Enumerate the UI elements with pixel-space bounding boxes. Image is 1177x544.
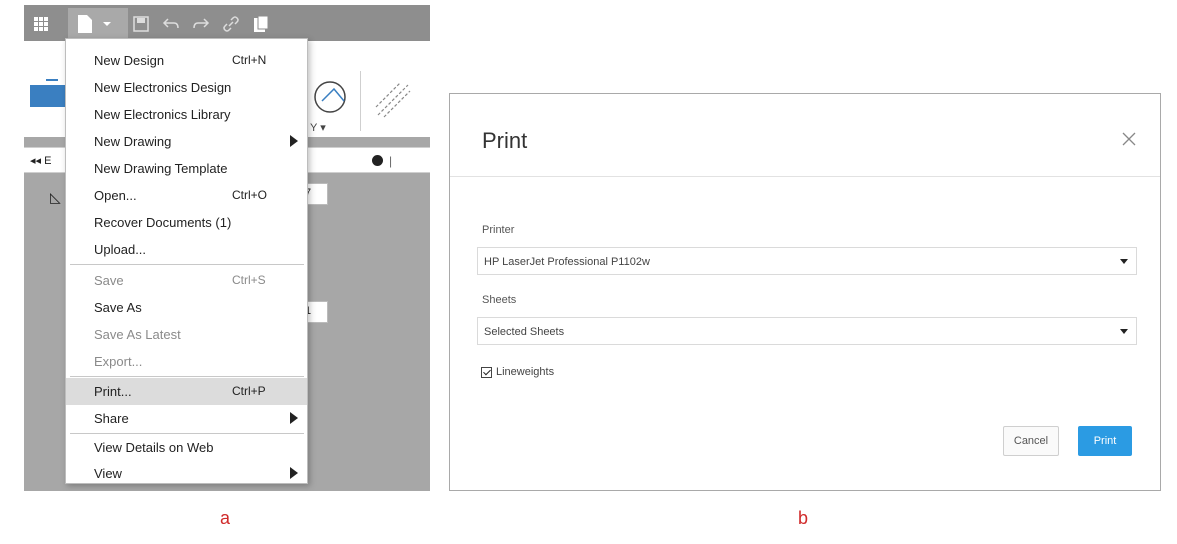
save-icon[interactable] xyxy=(130,13,152,35)
menu-item-view-details-on-web[interactable]: View Details on Web xyxy=(66,434,307,461)
menu-item-new-electronics-library[interactable]: New Electronics Library xyxy=(66,101,307,128)
caption-a: a xyxy=(220,508,231,528)
menu-item-share[interactable]: Share xyxy=(66,405,307,432)
hatch-icon[interactable] xyxy=(374,81,414,126)
triangle-icon: ◺ xyxy=(50,189,61,205)
file-menu: New Design Ctrl+N New Electronics Design… xyxy=(65,38,308,484)
lineweights-checkbox[interactable] xyxy=(481,366,492,378)
close-icon[interactable] xyxy=(1114,124,1144,154)
collapse-arrows[interactable]: ◂◂ E xyxy=(30,154,51,167)
menu-item-save[interactable]: Save Ctrl+S xyxy=(66,267,307,294)
menu-separator xyxy=(70,376,304,377)
cancel-button[interactable]: Cancel xyxy=(1003,426,1059,456)
ribbon-dropdown-label[interactable]: Y ▾ xyxy=(310,121,326,134)
new-file-icon xyxy=(74,13,96,35)
dialog-title: Print xyxy=(482,128,528,153)
chevron-down-icon xyxy=(1120,329,1128,334)
print-button[interactable]: Print xyxy=(1078,426,1132,456)
submenu-arrow-icon xyxy=(290,412,298,424)
lineweights-label: Lineweights xyxy=(496,366,555,378)
browser-bar-divider: | xyxy=(389,154,393,168)
app-window-screenshot: Y ▾ ◂◂ E | ◺ 7 1 New Design Ctrl+N New E… xyxy=(24,5,430,491)
menu-separator xyxy=(70,264,304,265)
chevron-down-icon xyxy=(96,13,118,35)
menu-item-export[interactable]: Export... xyxy=(66,348,307,375)
undo-icon[interactable] xyxy=(160,13,182,35)
sheets-label: Sheets xyxy=(482,294,517,306)
submenu-arrow-icon xyxy=(290,135,298,147)
menu-item-print[interactable]: Print... Ctrl+P xyxy=(66,378,307,405)
clipboard-icon[interactable] xyxy=(250,13,272,35)
menu-item-save-as[interactable]: Save As xyxy=(66,294,307,321)
submenu-arrow-icon xyxy=(290,467,298,479)
visibility-dot-icon[interactable] xyxy=(372,155,383,166)
chevron-down-icon xyxy=(1120,259,1128,264)
caption-b: b xyxy=(798,508,809,528)
grid-icon[interactable] xyxy=(30,13,52,35)
lineweights-checkbox-row[interactable]: Lineweights xyxy=(481,366,554,378)
link-icon[interactable] xyxy=(220,13,242,35)
menu-item-upload[interactable]: Upload... xyxy=(66,236,307,263)
menu-item-save-as-latest[interactable]: Save As Latest xyxy=(66,321,307,348)
print-dialog: Print Printer HP LaserJet Professional P… xyxy=(449,93,1161,491)
menu-item-new-drawing[interactable]: New Drawing xyxy=(66,128,307,155)
menu-item-new-electronics-design[interactable]: New Electronics Design xyxy=(66,74,307,101)
ribbon-divider xyxy=(360,71,361,131)
printer-label: Printer xyxy=(482,224,515,236)
arc-icon[interactable] xyxy=(312,79,348,120)
file-menu-button[interactable] xyxy=(68,8,128,42)
menu-item-new-drawing-template[interactable]: New Drawing Template xyxy=(66,155,307,182)
sheets-select[interactable]: Selected Sheets xyxy=(477,317,1137,345)
sheets-select-value: Selected Sheets xyxy=(484,326,565,338)
printer-select-value: HP LaserJet Professional P1102w xyxy=(484,256,650,268)
quick-access-toolbar xyxy=(24,5,430,42)
menu-item-view[interactable]: View xyxy=(66,460,307,487)
dialog-header-divider xyxy=(450,176,1160,177)
menu-item-new-design[interactable]: New Design Ctrl+N xyxy=(66,47,307,74)
menu-item-open[interactable]: Open... Ctrl+O xyxy=(66,182,307,209)
printer-select[interactable]: HP LaserJet Professional P1102w xyxy=(477,247,1137,275)
create-sketch-icon[interactable] xyxy=(30,85,70,107)
redo-icon[interactable] xyxy=(190,13,212,35)
menu-item-recover-documents[interactable]: Recover Documents (1) xyxy=(66,209,307,236)
